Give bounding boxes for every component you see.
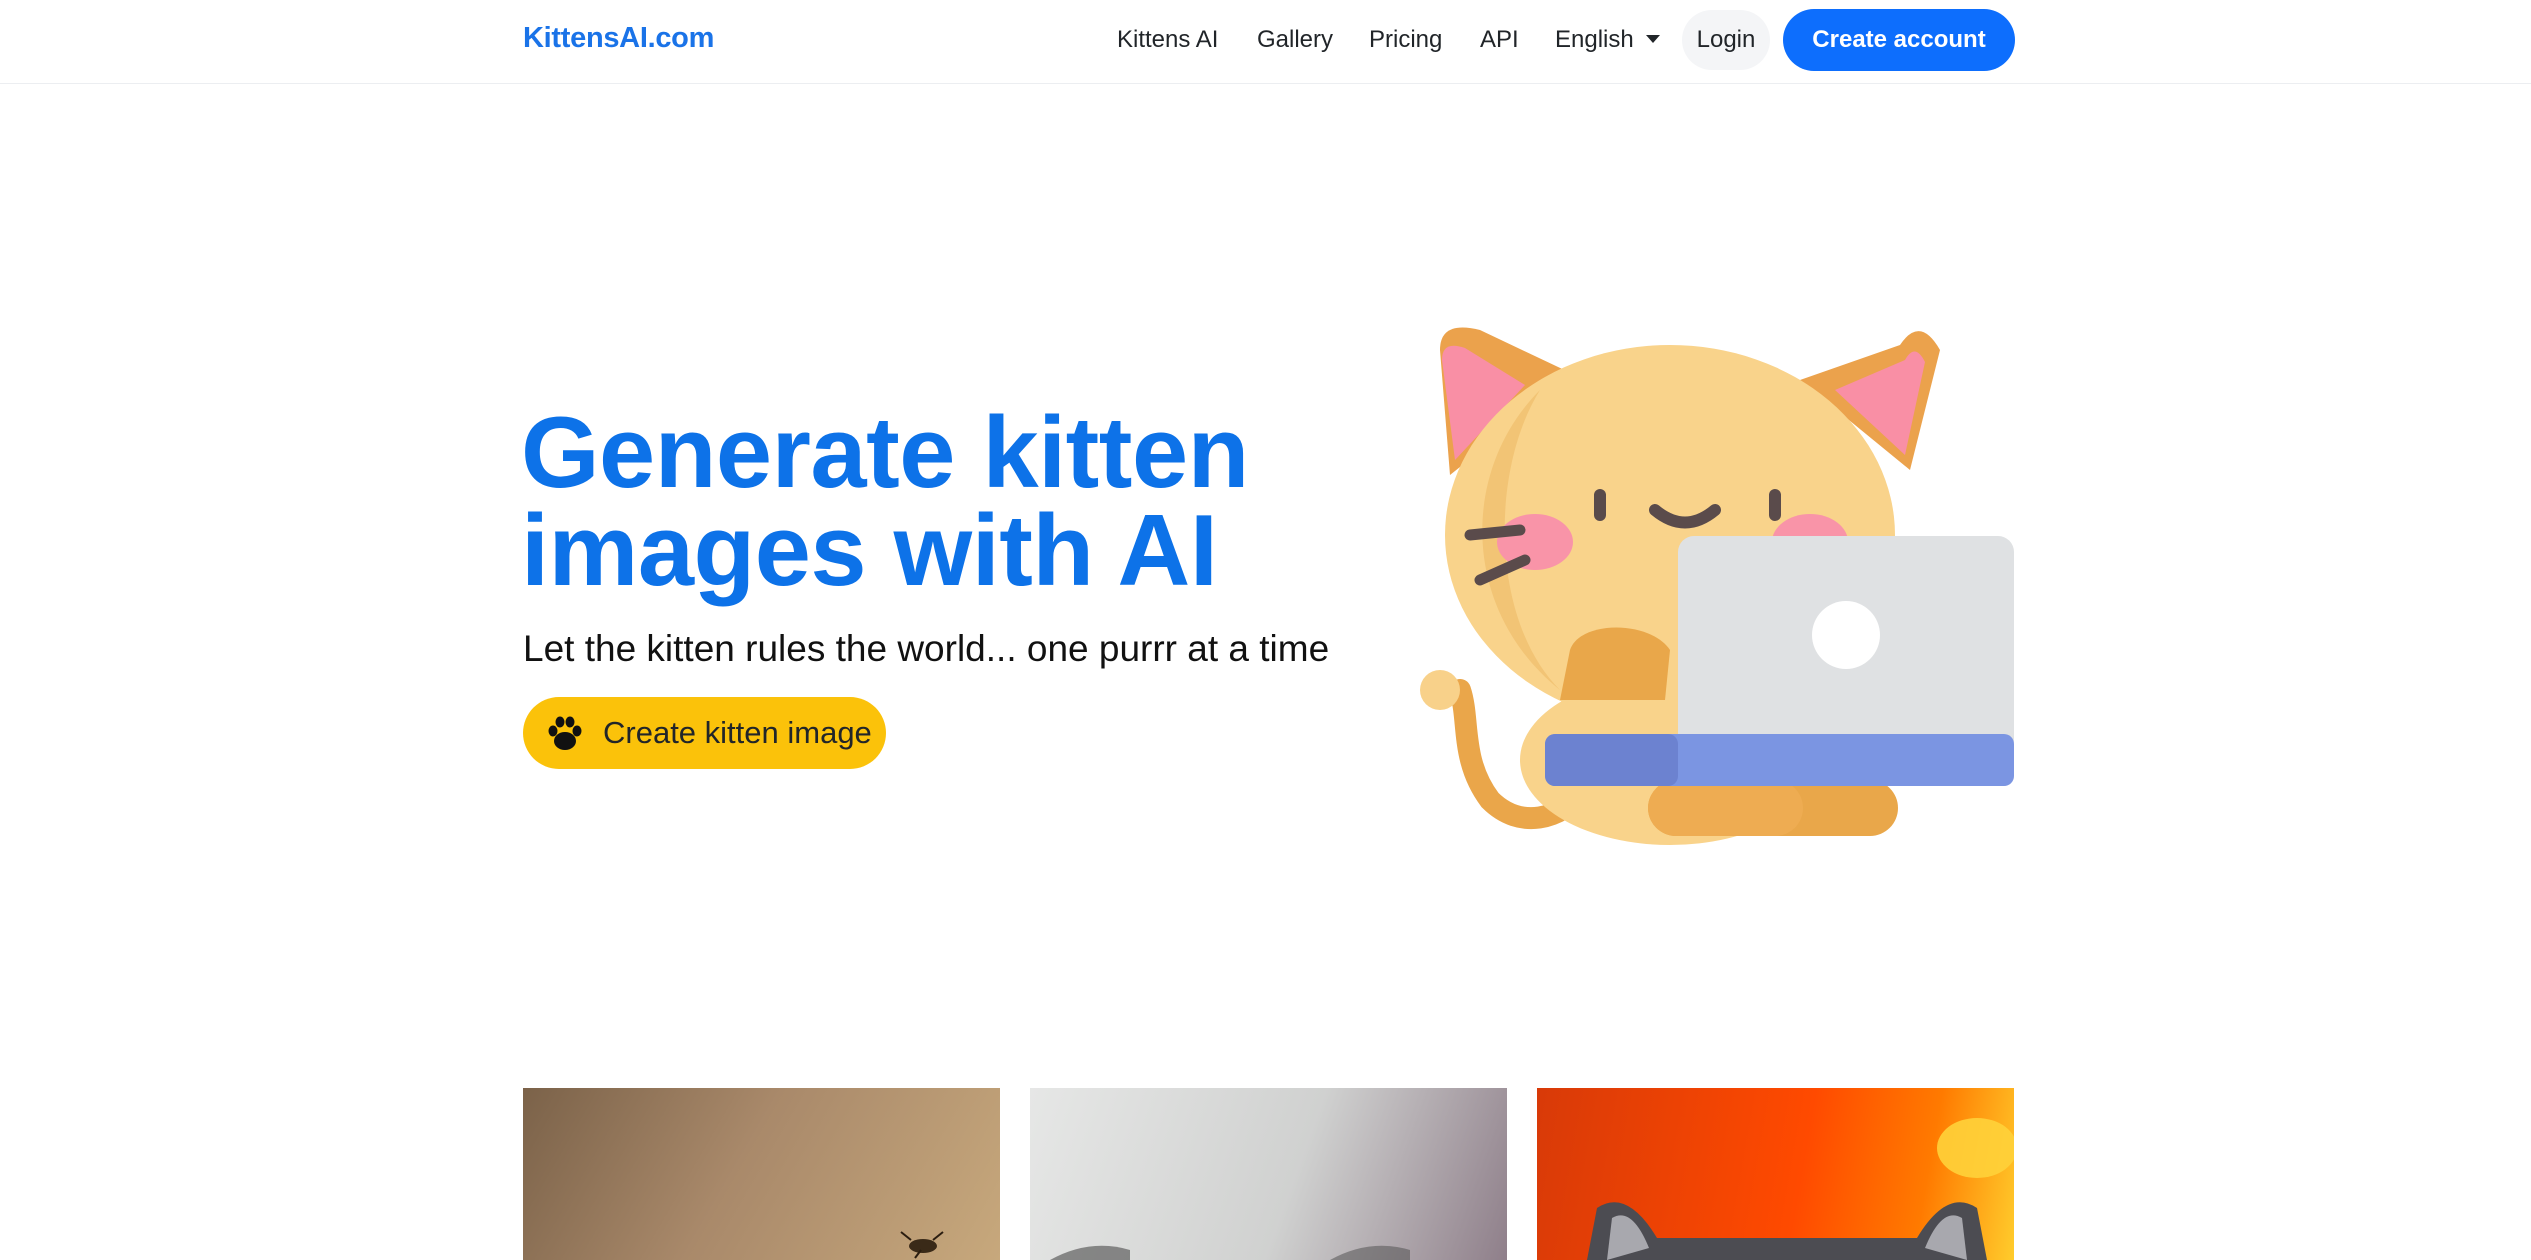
gallery-image-2[interactable] <box>1030 1088 1507 1260</box>
create-kitten-image-label: Create kitten image <box>603 715 872 750</box>
paw-icon <box>548 716 582 750</box>
top-navbar: KittensAI.com Kittens AI Gallery Pricing… <box>0 0 2531 84</box>
brand-logo-link[interactable]: KittensAI.com <box>523 22 714 55</box>
kitten-laptop-illustration <box>1420 327 2014 845</box>
nav-link-pricing[interactable]: Pricing <box>1369 26 1442 54</box>
hero-title-line-1: Generate kitten <box>521 397 1249 509</box>
hero-title-line-2: images with AI <box>521 495 1218 607</box>
insect-icon <box>900 1231 944 1259</box>
hero-subtitle: Let the kitten rules the world... one pu… <box>523 628 1330 669</box>
gallery-image-1[interactable] <box>523 1088 1000 1260</box>
grey-kitten-icon <box>1587 1118 2014 1260</box>
nav-link-gallery[interactable]: Gallery <box>1257 26 1333 54</box>
language-label: English <box>1555 26 1634 53</box>
language-dropdown[interactable]: English <box>1555 26 1660 54</box>
nav-link-kittens-ai[interactable]: Kittens AI <box>1117 26 1218 54</box>
create-account-button[interactable]: Create account <box>1783 9 2015 71</box>
white-kitten-icon <box>1050 1245 1410 1260</box>
nav-link-api[interactable]: API <box>1480 26 1519 54</box>
create-kitten-image-button[interactable]: Create kitten image <box>523 697 886 769</box>
gallery-image-3[interactable] <box>1537 1088 2014 1260</box>
caret-down-icon <box>1645 35 1660 43</box>
login-button[interactable]: Login <box>1682 10 1770 70</box>
hero-title: Generate kitten images with AI <box>521 403 1381 602</box>
